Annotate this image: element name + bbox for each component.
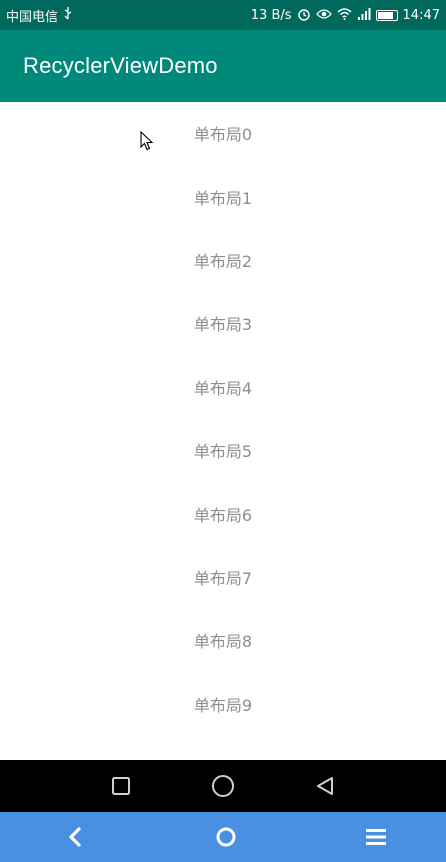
bottom-toolbar: [0, 812, 446, 862]
network-speed: 13 B/s: [250, 7, 292, 23]
circle-icon[interactable]: [211, 822, 241, 852]
back-icon[interactable]: [310, 771, 340, 801]
battery-icon: [375, 9, 398, 21]
list-item[interactable]: 单布局2: [0, 228, 446, 291]
signal-icon: [357, 7, 371, 23]
list-item[interactable]: 单布局3: [0, 292, 446, 355]
alarm-icon: [297, 7, 311, 24]
list-item[interactable]: 单布局8: [0, 609, 446, 672]
list-item[interactable]: 单布局1: [0, 165, 446, 228]
list-item[interactable]: 单布局0: [0, 102, 446, 165]
list-item[interactable]: 单布局9: [0, 672, 446, 735]
app-title: RecyclerViewDemo: [23, 53, 218, 78]
wifi-icon: [337, 7, 352, 23]
status-left: 中国电信: [6, 6, 73, 25]
list-item[interactable]: 单布局4: [0, 355, 446, 418]
recycler-list[interactable]: 单布局0 单布局1 单布局2 单布局3 单布局4 单布局5 单布局6 单布局7 …: [0, 102, 446, 760]
list-item[interactable]: 单布局5: [0, 419, 446, 482]
usb-icon: [63, 6, 73, 24]
system-nav-bar: [0, 760, 446, 812]
status-right: 13 B/s 14:47: [251, 7, 440, 24]
home-icon[interactable]: [208, 771, 238, 801]
status-bar: 中国电信 13 B/s 14:47: [0, 0, 446, 30]
list-item[interactable]: 单布局10: [0, 736, 446, 760]
app-bar: RecyclerViewDemo: [0, 30, 446, 102]
chevron-left-icon[interactable]: [60, 822, 90, 852]
mouse-cursor-icon: [140, 131, 154, 151]
carrier-label: 中国电信: [6, 9, 59, 25]
recents-icon[interactable]: [106, 771, 136, 801]
eye-icon: [315, 8, 332, 23]
clock: 14:47: [402, 7, 440, 23]
menu-icon[interactable]: [361, 822, 391, 852]
list-item[interactable]: 单布局6: [0, 482, 446, 545]
list-item[interactable]: 单布局7: [0, 545, 446, 608]
